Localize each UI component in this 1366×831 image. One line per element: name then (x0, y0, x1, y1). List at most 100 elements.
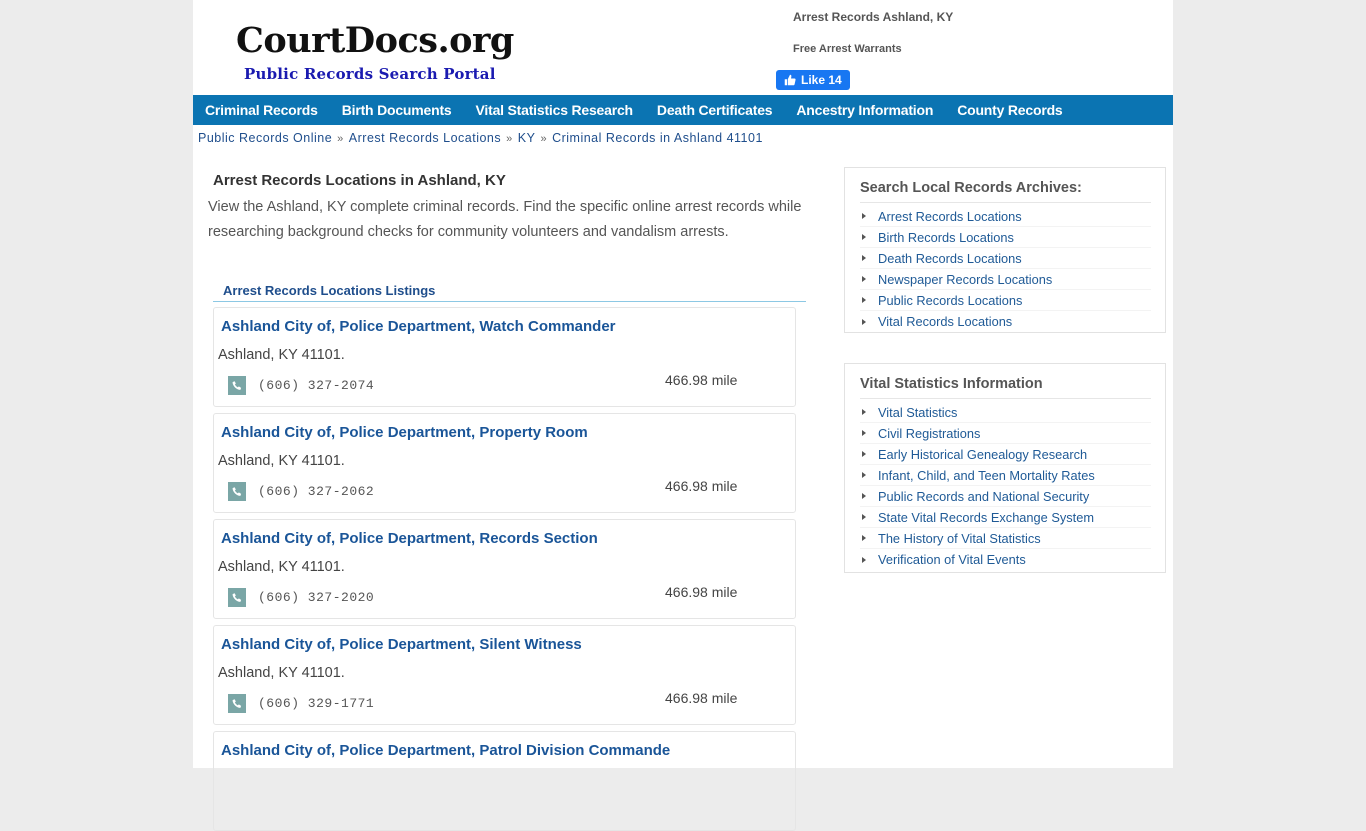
archives-link[interactable]: Public Records Locations (878, 293, 1022, 308)
facebook-like-button[interactable]: Like 14 (776, 70, 850, 90)
vital-stats-link[interactable]: Civil Registrations (878, 426, 980, 441)
vital-stats-item: Vital Statistics (860, 402, 1151, 423)
vital-stats-link[interactable]: The History of Vital Statistics (878, 531, 1041, 546)
triangle-bullet-icon (862, 318, 866, 325)
vital-stats-item: Early Historical Genealogy Research (860, 444, 1151, 465)
vital-stats-link[interactable]: State Vital Records Exchange System (878, 510, 1094, 525)
logo-title: CourtDocs.org (236, 20, 514, 61)
listing-phone[interactable]: (606) 327-2020 (258, 590, 374, 605)
listing-title-link[interactable]: Ashland City of, Police Department, Sile… (221, 636, 582, 653)
listing-card: Ashland City of, Police Department, Patr… (213, 731, 796, 831)
archives-item: Newspaper Records Locations (860, 269, 1151, 290)
site-header: CourtDocs.org Public Records Search Port… (193, 0, 1173, 95)
archives-list: Arrest Records Locations Birth Records Lo… (860, 206, 1151, 332)
breadcrumb-link[interactable]: KY (518, 131, 536, 145)
like-label: Like 14 (801, 73, 842, 87)
vital-stats-list: Vital Statistics Civil Registrations Early… (860, 402, 1151, 570)
breadcrumb-separator: » (540, 133, 548, 145)
triangle-bullet-icon (862, 472, 866, 478)
listing-address: Ashland, KY 41101. (218, 347, 345, 363)
vital-stats-link[interactable]: Vital Statistics (878, 405, 957, 420)
archives-link[interactable]: Death Records Locations (878, 251, 1022, 266)
triangle-bullet-icon (862, 409, 866, 415)
listing-card: Ashland City of, Police Department, Reco… (213, 519, 796, 619)
triangle-bullet-icon (862, 556, 866, 563)
phone-icon (228, 482, 246, 501)
header-title: Arrest Records Ashland, KY (793, 10, 954, 24)
listing-title-link[interactable]: Ashland City of, Police Department, Watc… (221, 318, 616, 335)
archives-link[interactable]: Arrest Records Locations (878, 209, 1022, 224)
archives-item: Birth Records Locations (860, 227, 1151, 248)
nav-death-certificates[interactable]: Death Certificates (657, 102, 773, 118)
vital-stats-item: Public Records and National Security (860, 486, 1151, 507)
archives-link[interactable]: Birth Records Locations (878, 230, 1014, 245)
thumbs-up-icon (784, 74, 796, 86)
listing-title-link[interactable]: Ashland City of, Police Department, Patr… (221, 742, 670, 759)
triangle-bullet-icon (862, 297, 866, 303)
site-logo[interactable]: CourtDocs.org Public Records Search Port… (236, 20, 514, 84)
listing-address: Ashland, KY 41101. (218, 559, 345, 575)
breadcrumb-separator: » (337, 133, 344, 145)
triangle-bullet-icon (862, 514, 866, 520)
main-content: Arrest Records Locations in Ashland, KY … (208, 172, 808, 831)
breadcrumb-link[interactable]: Public Records Online (198, 131, 332, 145)
listing-card: Ashland City of, Police Department, Watc… (213, 307, 796, 407)
main-nav: Criminal Records Birth Documents Vital S… (193, 95, 1173, 125)
page-title: Arrest Records Locations in Ashland, KY (213, 172, 506, 189)
vital-stats-item: Infant, Child, and Teen Mortality Rates (860, 465, 1151, 486)
vital-stats-box: Vital Statistics Information Vital Stati… (844, 363, 1166, 573)
nav-criminal-records[interactable]: Criminal Records (205, 102, 318, 118)
archives-box: Search Local Records Archives: Arrest Re… (844, 167, 1166, 333)
listing-address: Ashland, KY 41101. (218, 665, 345, 681)
archives-title: Search Local Records Archives: (860, 180, 1151, 203)
triangle-bullet-icon (862, 213, 866, 219)
listing-phone[interactable]: (606) 327-2062 (258, 484, 374, 499)
triangle-bullet-icon (862, 451, 866, 457)
vital-stats-link[interactable]: Public Records and National Security (878, 489, 1089, 504)
listings: Ashland City of, Police Department, Watc… (208, 307, 808, 831)
triangle-bullet-icon (862, 535, 866, 541)
breadcrumb-link[interactable]: Criminal Records in Ashland 41101 (552, 131, 763, 145)
archives-link[interactable]: Vital Records Locations (878, 314, 1012, 329)
vital-stats-item: Civil Registrations (860, 423, 1151, 444)
phone-icon (228, 694, 246, 713)
triangle-bullet-icon (862, 276, 866, 282)
triangle-bullet-icon (862, 493, 866, 499)
listing-distance: 466.98 mile (665, 690, 738, 706)
vital-stats-item: The History of Vital Statistics (860, 528, 1151, 549)
listing-distance: 466.98 mile (665, 372, 738, 388)
archives-item: Arrest Records Locations (860, 206, 1151, 227)
archives-item: Vital Records Locations (860, 311, 1151, 332)
archives-item: Public Records Locations (860, 290, 1151, 311)
listing-phone[interactable]: (606) 327-2074 (258, 378, 374, 393)
nav-ancestry-information[interactable]: Ancestry Information (796, 102, 933, 118)
vital-stats-link[interactable]: Verification of Vital Events (878, 552, 1026, 567)
vital-stats-link[interactable]: Infant, Child, and Teen Mortality Rates (878, 468, 1095, 483)
breadcrumb-separator: » (506, 133, 513, 145)
logo-subtitle: Public Records Search Portal (244, 65, 496, 83)
listing-distance: 466.98 mile (665, 584, 738, 600)
vital-stats-link[interactable]: Early Historical Genealogy Research (878, 447, 1087, 462)
listing-title-link[interactable]: Ashland City of, Police Department, Prop… (221, 424, 588, 441)
nav-vital-statistics-research[interactable]: Vital Statistics Research (476, 102, 634, 118)
triangle-bullet-icon (862, 430, 866, 436)
header-subtitle: Free Arrest Warrants (793, 43, 902, 55)
breadcrumb-link[interactable]: Arrest Records Locations (349, 131, 501, 145)
listing-card: Ashland City of, Police Department, Sile… (213, 625, 796, 725)
triangle-bullet-icon (862, 234, 866, 240)
listing-phone[interactable]: (606) 329-1771 (258, 696, 374, 711)
intro-text: View the Ashland, KY complete criminal r… (208, 199, 802, 240)
nav-birth-documents[interactable]: Birth Documents (342, 102, 452, 118)
triangle-bullet-icon (862, 255, 866, 261)
listing-title-link[interactable]: Ashland City of, Police Department, Reco… (221, 530, 598, 547)
archives-link[interactable]: Newspaper Records Locations (878, 272, 1052, 287)
vital-stats-item: State Vital Records Exchange System (860, 507, 1151, 528)
listing-distance: 466.98 mile (665, 478, 738, 494)
listing-address: Ashland, KY 41101. (218, 453, 345, 469)
nav-county-records[interactable]: County Records (957, 102, 1063, 118)
listing-card: Ashland City of, Police Department, Prop… (213, 413, 796, 513)
listings-heading: Arrest Records Locations Listings (213, 283, 806, 302)
vital-stats-title: Vital Statistics Information (860, 376, 1151, 399)
page: CourtDocs.org Public Records Search Port… (193, 0, 1173, 831)
archives-item: Death Records Locations (860, 248, 1151, 269)
